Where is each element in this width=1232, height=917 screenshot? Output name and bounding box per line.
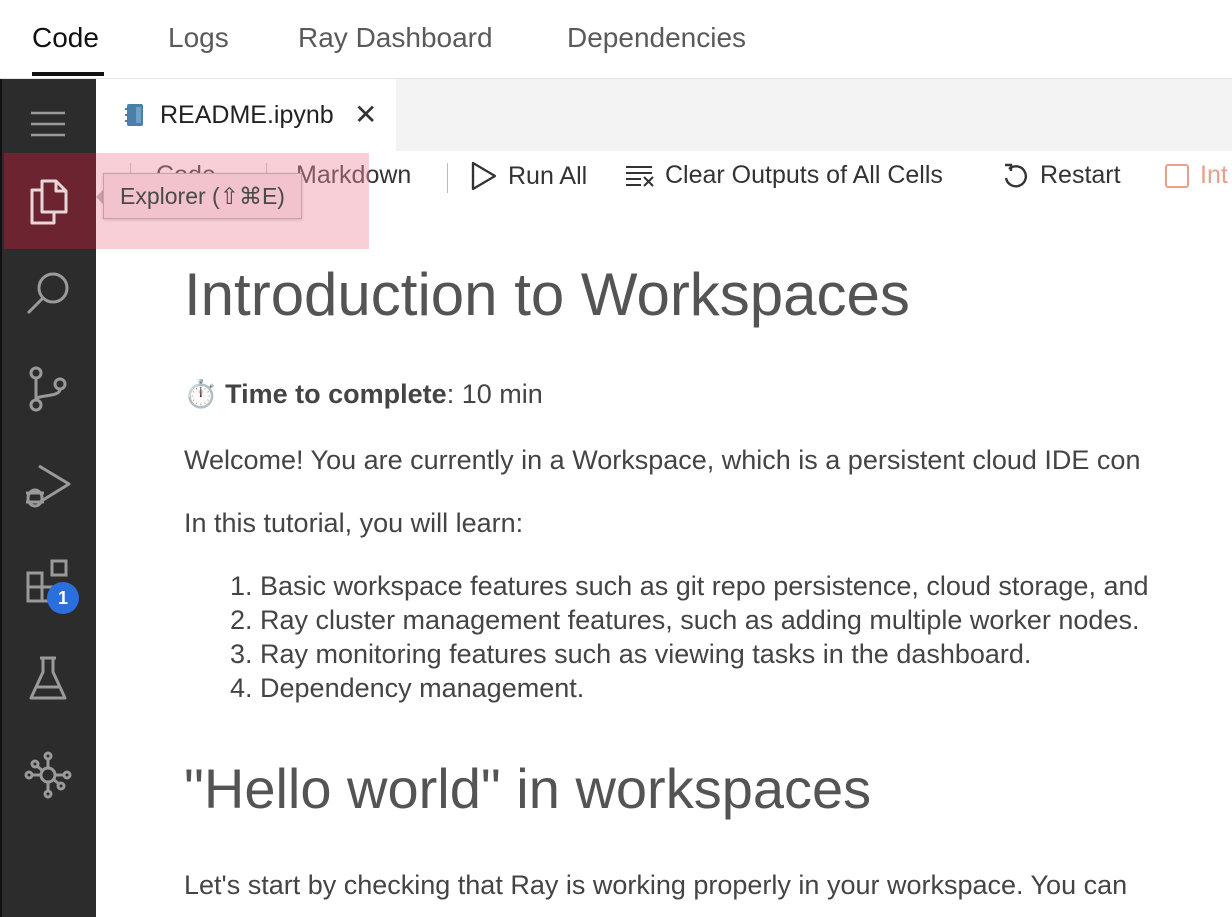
files-icon: [30, 179, 68, 225]
tab-logs[interactable]: Logs: [168, 22, 229, 54]
tab-ray-dashboard[interactable]: Ray Dashboard: [298, 22, 493, 54]
notebook-icon: [125, 104, 143, 126]
interrupt-label: Int: [1200, 161, 1228, 189]
extensions-button[interactable]: [0, 533, 96, 629]
list-item: 1. Basic workspace features such as git …: [230, 571, 1149, 601]
run-all-icon: [471, 161, 497, 191]
explorer-button[interactable]: [0, 153, 96, 249]
interrupt-button[interactable]: Int: [1164, 161, 1228, 190]
source-control-icon: [29, 366, 67, 412]
search-icon: [26, 272, 69, 315]
ray-graph-icon: [24, 751, 72, 799]
page-title: Introduction to Workspaces: [184, 261, 910, 328]
search-button[interactable]: [0, 245, 96, 341]
clear-outputs-label: Clear Outputs of All Cells: [665, 161, 943, 189]
explorer-tooltip: Explorer (⇧⌘E): [103, 173, 302, 219]
editor-tab-strip: README.ipynb ✕: [96, 79, 1232, 151]
tooltip-arrow: [96, 190, 103, 204]
tab-dependencies[interactable]: Dependencies: [567, 22, 746, 54]
run-debug-icon: [26, 464, 71, 508]
welcome-paragraph: Welcome! You are currently in a Workspac…: [184, 445, 1141, 475]
close-icon[interactable]: ✕: [354, 101, 377, 129]
section-title: "Hello world" in workspaces: [184, 757, 872, 820]
run-all-button[interactable]: Run All: [470, 161, 587, 191]
section-paragraph: Let's start by checking that Ray is work…: [184, 870, 1128, 900]
toolbar-separator: [447, 163, 448, 193]
time-to-complete: ⏱️ Time to complete: 10 min: [184, 378, 543, 410]
flask-icon: [29, 656, 67, 700]
list-item: 3. Ray monitoring features such as viewi…: [230, 639, 1032, 669]
run-all-label: Run All: [508, 161, 588, 190]
source-control-button[interactable]: [0, 341, 96, 437]
tab-code[interactable]: Code: [32, 22, 99, 54]
time-label: Time to complete: [225, 379, 447, 409]
testing-button[interactable]: [0, 631, 96, 727]
run-debug-button[interactable]: [0, 437, 96, 533]
clear-all-icon: [626, 165, 654, 187]
editor-tab-readme[interactable]: README.ipynb ✕: [96, 79, 396, 151]
restart-button[interactable]: Restart: [1002, 161, 1121, 190]
list-item: 2. Ray cluster management features, such…: [230, 605, 1140, 635]
restart-icon: [1004, 163, 1028, 187]
stop-icon: [1165, 163, 1189, 188]
list-item: 4. Dependency management.: [230, 673, 585, 703]
time-value: : 10 min: [446, 379, 543, 409]
clear-outputs-button[interactable]: Clear Outputs of All Cells: [625, 161, 943, 190]
editor-tab-label: README.ipynb: [160, 101, 334, 129]
notebook-document: Introduction to Workspaces ⏱️ Time to co…: [184, 255, 1232, 917]
ray-button[interactable]: [0, 727, 96, 823]
extensions-badge: 1: [47, 582, 79, 614]
stopwatch-icon: ⏱️: [184, 379, 218, 409]
menu-icon: [31, 111, 65, 137]
learn-intro: In this tutorial, you will learn:: [184, 508, 524, 538]
top-tab-bar: Code Logs Ray Dashboard Dependencies: [0, 0, 1232, 79]
restart-label: Restart: [1040, 161, 1121, 189]
